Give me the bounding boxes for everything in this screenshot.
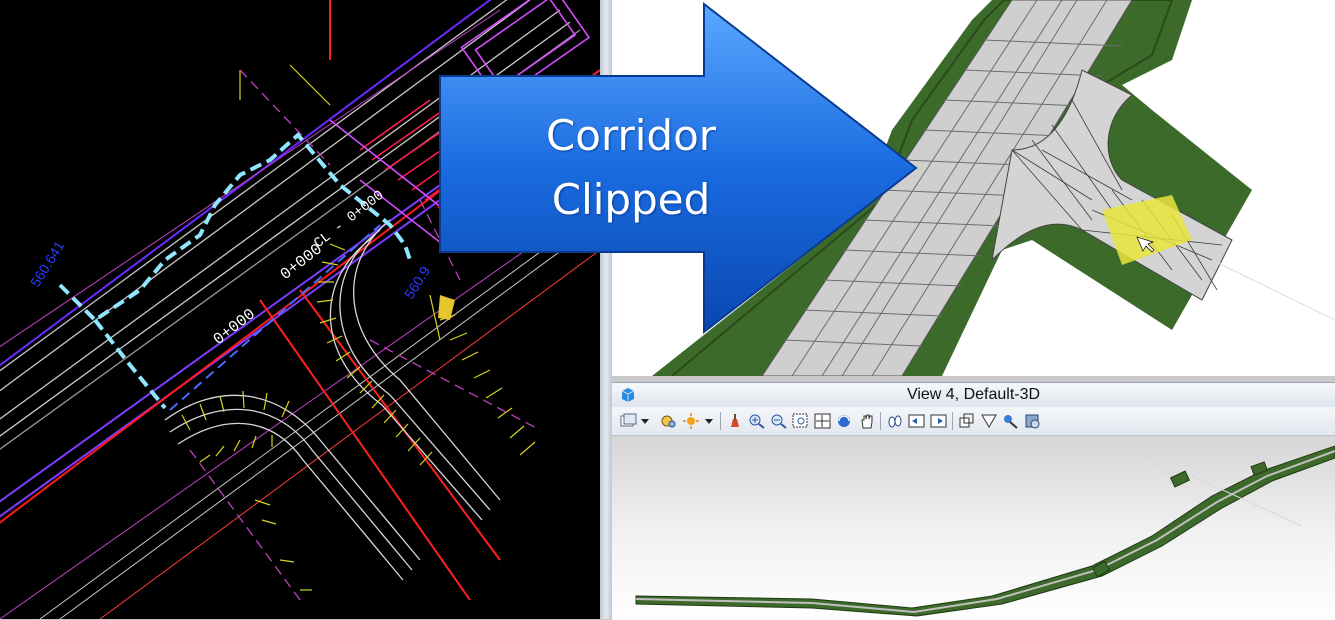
next-view-icon[interactable]	[930, 413, 948, 429]
callout-text: Corridor Clipped	[470, 104, 792, 232]
callout-line-1: Corridor	[545, 111, 717, 160]
fit-view-icon[interactable]	[814, 413, 832, 429]
corridor-overview-drawing	[635, 445, 1335, 617]
clip-mask-icon[interactable]	[980, 413, 998, 429]
offset-label: 560.9	[401, 263, 433, 301]
dropdown-arrow-icon[interactable]	[704, 413, 714, 429]
offset-label: 560.641	[27, 238, 67, 290]
parcel-line	[0, 9, 501, 348]
view4-title: View 4, Default-3D	[906, 386, 1041, 403]
clip-boundary	[93, 318, 167, 410]
camera-icon[interactable]	[1002, 413, 1020, 429]
rotate-view-icon[interactable]	[836, 413, 854, 429]
corridor-overview-road	[635, 450, 1335, 614]
view4-titlebar[interactable]: View 4, Default-3D	[612, 383, 1335, 407]
previous-view-icon[interactable]	[908, 413, 926, 429]
window-area-icon[interactable]	[792, 413, 810, 429]
view4-toolbar	[612, 407, 1335, 436]
corridor-overview-terrain	[635, 445, 1335, 617]
view4-window[interactable]: View 4, Default-3D	[612, 382, 1335, 620]
station-label: 0+000	[210, 305, 259, 349]
clip-boundary	[58, 132, 412, 323]
walk-icon[interactable]	[886, 413, 904, 429]
callout-line-2: Clipped	[551, 175, 711, 224]
view-attributes-icon[interactable]	[620, 413, 638, 429]
pan-view-icon[interactable]	[858, 413, 876, 429]
clip-volume-icon[interactable]	[958, 413, 976, 429]
view4-canvas[interactable]	[612, 436, 1335, 620]
lighting-icon[interactable]	[682, 413, 700, 429]
dropdown-arrow-icon[interactable]	[640, 413, 650, 429]
zoom-out-icon[interactable]	[770, 413, 788, 429]
render-icon[interactable]	[1024, 413, 1042, 429]
zoom-in-icon[interactable]	[748, 413, 766, 429]
update-view-icon[interactable]	[726, 413, 744, 429]
display-style-icon[interactable]	[660, 413, 678, 429]
